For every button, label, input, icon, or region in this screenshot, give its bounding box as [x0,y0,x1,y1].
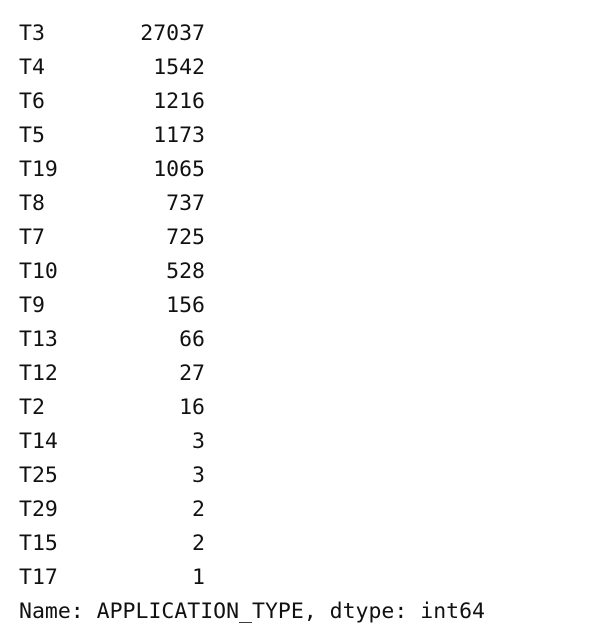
series-value: 1216 [153,89,205,114]
series-row: T15 2 [0,527,590,561]
series-value: 1065 [153,157,205,182]
series-value: 2 [192,497,205,522]
series-value: 725 [166,225,205,250]
series-row: T8 737 [0,187,590,221]
series-index-label: T5 [19,123,45,148]
series-value: 2 [192,531,205,556]
series-row: T25 3 [0,459,590,493]
series-row: T7 725 [0,221,590,255]
series-index-label: T13 [19,327,58,352]
series-value: 27 [179,361,205,386]
series-index-label: T10 [19,259,58,284]
series-value: 156 [166,293,205,318]
series-value: 1 [192,565,205,590]
series-row: T3 27037 [0,17,590,51]
series-index-label: T19 [19,157,58,182]
series-rows: T3 27037 T4 1542 T6 1216 T5 1173 T19 1065 T8 737 T7 7… [0,17,590,595]
series-index-label: T3 [19,21,45,46]
series-index-label: T15 [19,531,58,556]
series-row: T5 1173 [0,119,590,153]
series-index-label: T4 [19,55,45,80]
series-value: 1542 [153,55,205,80]
series-row: T17 1 [0,561,590,595]
series-index-label: T25 [19,463,58,488]
series-row: T12 27 [0,357,590,391]
series-index-label: T7 [19,225,45,250]
series-row: T10 528 [0,255,590,289]
series-value: 737 [166,191,205,216]
series-index-label: T9 [19,293,45,318]
series-value: 3 [192,429,205,454]
series-value: 16 [179,395,205,420]
series-row: T2 16 [0,391,590,425]
series-value: 66 [179,327,205,352]
series-index-label: T14 [19,429,58,454]
series-row: T14 3 [0,425,590,459]
series-index-label: T12 [19,361,58,386]
series-value: 27037 [140,21,205,46]
series-index-label: T29 [19,497,58,522]
series-row: T6 1216 [0,85,590,119]
series-index-label: T6 [19,89,45,114]
series-index-label: T17 [19,565,58,590]
series-footer: Name: APPLICATION_TYPE, dtype: int64 [19,599,485,624]
series-row: T9 156 [0,289,590,323]
series-row: T19 1065 [0,153,590,187]
series-row: T4 1542 [0,51,590,85]
series-row: T29 2 [0,493,590,527]
series-output: T3 27037 T4 1542 T6 1216 T5 1173 T19 1065 T8 737 T7 7… [0,0,590,631]
series-value: 3 [192,463,205,488]
series-row: T13 66 [0,323,590,357]
series-value: 528 [166,259,205,284]
series-value: 1173 [153,123,205,148]
series-index-label: T2 [19,395,45,420]
series-index-label: T8 [19,191,45,216]
